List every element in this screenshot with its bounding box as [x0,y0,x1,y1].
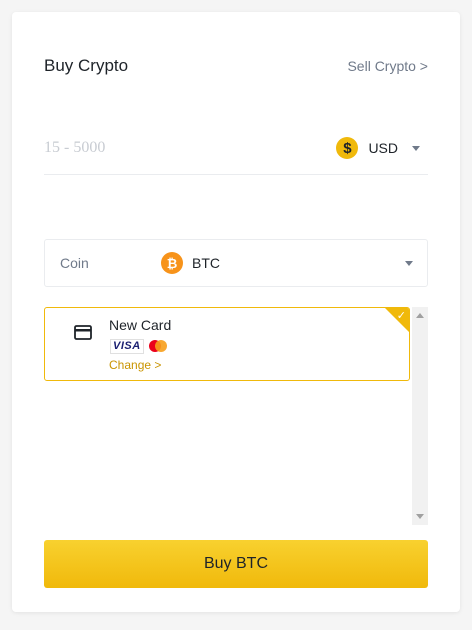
credit-card-icon [74,325,92,340]
sell-crypto-link[interactable]: Sell Crypto > [347,58,428,74]
card-name: New Card [109,317,172,333]
bitcoin-icon: ₿ [161,252,183,274]
buy-button[interactable]: Buy BTC [44,540,428,588]
payment-card-option[interactable]: ✓ New Card VISA Change > [44,307,410,381]
amount-row: $ USD [44,132,428,175]
change-card-link[interactable]: Change > [109,358,161,372]
checkmark-icon: ✓ [396,310,406,322]
amount-input[interactable] [44,136,294,160]
page-title: Buy Crypto [44,56,129,75]
coin-select[interactable]: Coin ₿ BTC [44,239,428,287]
chevron-down-icon [405,261,413,266]
chevron-down-icon [412,145,420,151]
scroll-up-arrow-icon[interactable] [416,313,424,318]
mastercard-logo [149,340,167,352]
currency-label: USD [368,140,398,156]
dollar-coin-icon: $ [336,137,359,159]
coin-label: Coin [60,255,89,271]
scroll-down-arrow-icon[interactable] [416,514,424,519]
panel-header: Buy Crypto Sell Crypto > [44,56,428,78]
currency-select[interactable]: $ USD [336,136,420,160]
visa-logo: VISA [110,339,144,354]
payment-list-scrollbar[interactable] [412,307,428,525]
payment-method-list: ✓ New Card VISA Change > [44,307,428,525]
coin-value: BTC [192,255,220,271]
buy-crypto-panel: Buy Crypto Sell Crypto > $ USD Coin ₿ BT… [12,12,460,612]
